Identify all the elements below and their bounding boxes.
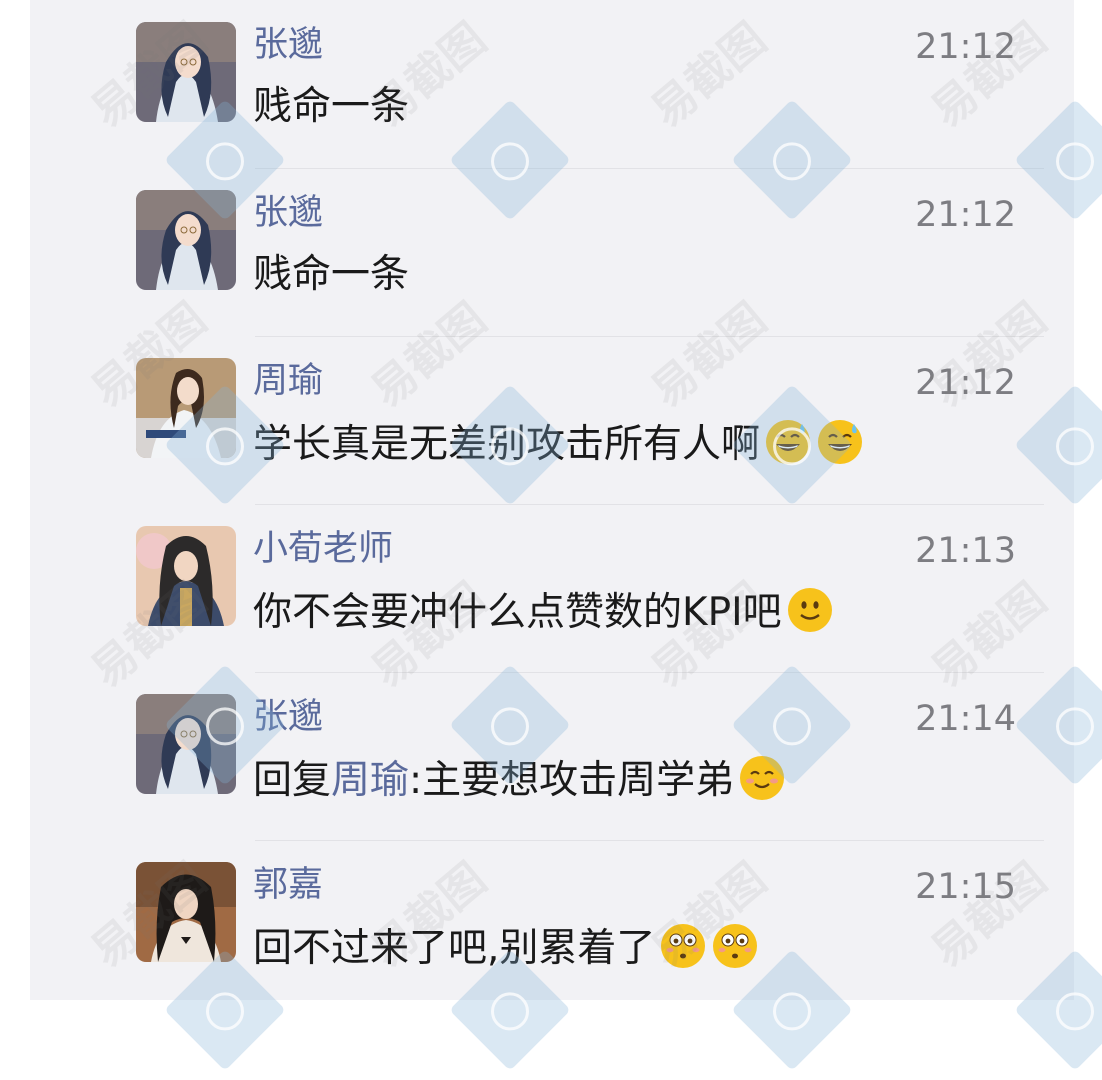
comment-timestamp: 21:12 (915, 27, 1016, 67)
comment-username[interactable]: 小荀老师 (253, 526, 393, 572)
flushed-emoji (659, 922, 707, 970)
divider (255, 504, 1044, 505)
sweat-smile-emoji (816, 418, 864, 466)
comment-row[interactable]: 张邈 21:14 回复周瑜:主要想攻击周学弟 (30, 672, 1074, 840)
comment-username[interactable]: 张邈 (253, 190, 323, 236)
divider (255, 840, 1044, 841)
comment-timestamp: 21:14 (915, 699, 1016, 739)
divider (255, 672, 1044, 673)
flushed-emoji (711, 922, 759, 970)
comment-username[interactable]: 张邈 (253, 694, 323, 740)
comment-panel: 张邈 21:12 贱命一条 张邈 21:12 贱命一条 周瑜 21:12 学长真是无差别攻击… (30, 0, 1074, 1000)
comment-text: 贱命一条 (253, 82, 409, 132)
comment-text-segment: :主要想攻击周学弟 (409, 758, 735, 803)
comment-text-segment: 贱命一条 (253, 252, 410, 297)
slight-smile-emoji (786, 586, 834, 634)
comment-row[interactable]: 张邈 21:12 贱命一条 (30, 168, 1074, 336)
avatar[interactable] (136, 694, 236, 794)
blush-emoji (738, 754, 786, 802)
comment-text-segment: 你不会要冲什么点赞数的KPI吧 (253, 590, 782, 635)
comment-username[interactable]: 张邈 (253, 22, 323, 68)
sweat-smile-emoji (764, 418, 812, 466)
avatar[interactable] (136, 190, 236, 290)
comment-text: 贱命一条 (253, 250, 409, 300)
avatar[interactable] (136, 22, 236, 122)
avatar[interactable] (136, 358, 236, 458)
comment-text-segment: 回复 (253, 758, 332, 803)
comment-timestamp: 21:12 (915, 195, 1016, 235)
comment-timestamp: 21:15 (915, 867, 1016, 907)
comment-text-segment: 学长真是无差别攻击所有人啊 (253, 422, 761, 467)
comment-text: 回不过来了吧,别累着了 (253, 922, 759, 974)
comment-row[interactable]: 张邈 21:12 贱命一条 (30, 0, 1074, 168)
comment-row[interactable]: 郭嘉 21:15 回不过来了吧,别累着了 (30, 840, 1074, 1008)
comment-timestamp: 21:13 (915, 531, 1016, 571)
comment-row[interactable]: 小荀老师 21:13 你不会要冲什么点赞数的KPI吧 (30, 504, 1074, 672)
comment-row[interactable]: 周瑜 21:12 学长真是无差别攻击所有人啊 (30, 336, 1074, 504)
reply-mention-link[interactable]: 周瑜 (331, 758, 409, 803)
comment-text: 学长真是无差别攻击所有人啊 (253, 418, 864, 470)
comment-text: 回复周瑜:主要想攻击周学弟 (253, 754, 786, 806)
divider (255, 336, 1044, 337)
comment-text: 你不会要冲什么点赞数的KPI吧 (253, 586, 834, 638)
comment-text-segment: 回不过来了吧,别累着了 (253, 926, 656, 971)
comment-text-segment: 贱命一条 (253, 84, 410, 129)
comment-username[interactable]: 郭嘉 (253, 862, 323, 908)
avatar[interactable] (136, 526, 236, 626)
comment-username[interactable]: 周瑜 (253, 358, 323, 404)
avatar[interactable] (136, 862, 236, 962)
comment-timestamp: 21:12 (915, 363, 1016, 403)
divider (255, 168, 1044, 169)
